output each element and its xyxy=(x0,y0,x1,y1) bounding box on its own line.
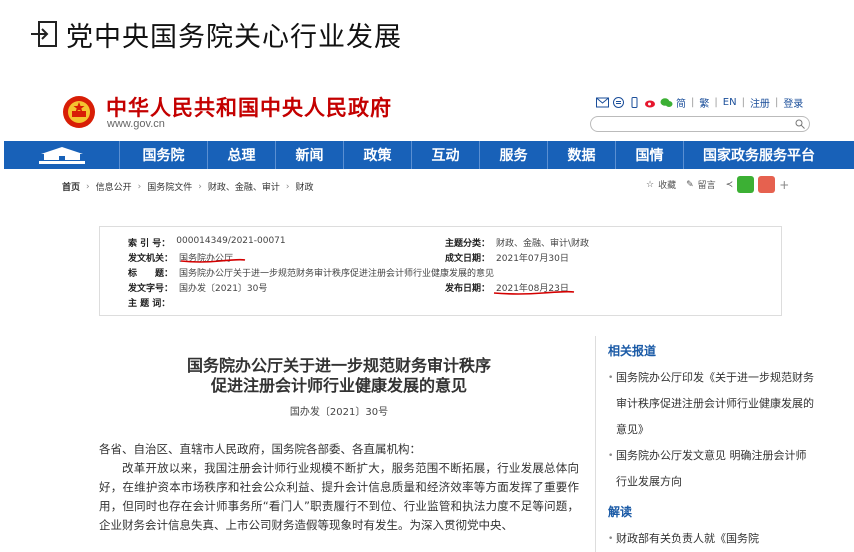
breadcrumb-info-public[interactable]: 信息公开 xyxy=(96,180,132,193)
separator: | xyxy=(774,97,779,108)
search-input[interactable] xyxy=(590,116,810,132)
share-tools: ☆ 收藏 ✎ 留言 ≺ + xyxy=(646,176,789,193)
document-title: 国务院办公厅关于进一步规范财务审计秩序 促进注册会计师行业健康发展的意见 xyxy=(186,356,491,395)
link-english[interactable]: EN xyxy=(723,97,737,108)
plus-icon[interactable]: + xyxy=(779,178,789,192)
nav-item-state-council[interactable]: 国务院 xyxy=(120,141,208,169)
link-simplified[interactable]: 简 xyxy=(676,95,686,110)
document-body: 各省、自治区、直辖市人民政府，国务院各部委、各直属机构： 改革开放以来，我国注册… xyxy=(99,440,579,535)
breadcrumb-fiscal[interactable]: 财政 xyxy=(296,180,314,193)
nav-item-data[interactable]: 数据 xyxy=(548,141,616,169)
share-icon[interactable]: ≺ xyxy=(726,180,734,190)
related-heading[interactable]: 相关报道 xyxy=(608,342,815,359)
link-traditional[interactable]: 繁 xyxy=(699,95,709,110)
pencil-icon[interactable]: ✎ xyxy=(686,180,694,190)
weibo-share-icon[interactable] xyxy=(758,176,776,193)
breadcrumb-home[interactable]: 首页 xyxy=(62,180,80,193)
paragraph: 改革开放以来，我国注册会计师行业规模不断扩大，服务范围不断拓展，行业发展总体向好… xyxy=(99,461,579,532)
chevron-right-icon: › xyxy=(285,181,290,192)
chevron-right-icon: › xyxy=(198,181,202,192)
main-nav: 国务院 总理 新闻 政策 互动 服务 数据 国情 国家政务服务平台 xyxy=(4,141,854,169)
breadcrumb: 首页 › 信息公开 › 国务院文件 › 财政、金融、审计 › 财政 xyxy=(62,180,314,194)
salutation: 各省、自治区、直辖市人民政府，国务院各部委、各直属机构： xyxy=(99,442,421,456)
nav-item-news[interactable]: 新闻 xyxy=(276,141,344,169)
nav-item-interaction[interactable]: 互动 xyxy=(412,141,480,169)
separator: | xyxy=(691,97,695,108)
meta-subject: 主 题 词： xyxy=(128,299,171,309)
link-login[interactable]: 登录 xyxy=(783,95,803,110)
nav-item-national-info[interactable]: 国情 xyxy=(616,141,684,169)
mail-icon[interactable] xyxy=(596,97,609,108)
meta-docno: 发文字号： 国办发〔2021〕30号 xyxy=(128,284,268,294)
related-item[interactable]: 国务院办公厅发文意见 明确注册会计师行业发展方向 xyxy=(608,443,815,495)
search-icon[interactable] xyxy=(795,119,805,129)
weibo-icon[interactable] xyxy=(644,97,657,108)
top-tools: 简 | 繁 | EN | 注册 | 登录 xyxy=(596,95,803,110)
document-number: 国办发〔2021〕30号 xyxy=(289,407,389,418)
separator: | xyxy=(741,97,745,108)
nav-item-gov-service-platform[interactable]: 国家政务服务平台 xyxy=(684,141,834,169)
interpret-item[interactable]: 财政部有关负责人就《国务院 xyxy=(608,526,815,552)
tiananmen-icon xyxy=(38,147,85,164)
wechat-icon[interactable] xyxy=(660,97,673,108)
nav-item-policy[interactable]: 政策 xyxy=(344,141,412,169)
slide-title-text: 党中央国务院关心行业发展 xyxy=(66,21,402,53)
nav-home[interactable] xyxy=(4,141,120,169)
breadcrumb-finance[interactable]: 财政、金融、审计 xyxy=(208,180,280,193)
link-register[interactable]: 注册 xyxy=(750,95,770,110)
chevron-right-icon: › xyxy=(137,181,142,192)
related-item[interactable]: 国务院办公厅印发《关于进一步规范财务审计秩序促进注册会计师行业健康发展的意见》 xyxy=(608,365,815,443)
annotation-underline-published xyxy=(493,290,575,295)
national-emblem-icon xyxy=(63,96,95,128)
separator: | xyxy=(714,97,718,108)
nav-item-premier[interactable]: 总理 xyxy=(208,141,276,169)
document-metadata: 索 引 号： 000014349/2021-00071 发文机关： 国务院办公厅… xyxy=(99,226,782,316)
star-icon[interactable]: ☆ xyxy=(646,180,654,190)
login-enter-icon xyxy=(31,21,57,47)
meta-title: 标 题： 国务院办公厅关于进一步规范财务审计秩序促进注册会计师行业健康发展的意见 xyxy=(128,269,495,279)
slide-title: 党中央国务院关心行业发展 xyxy=(30,14,402,54)
meta-category: 主题分类： 财政、金融、审计\财政 xyxy=(445,239,590,249)
site-url[interactable]: www.gov.cn xyxy=(107,118,165,130)
favorite-link[interactable]: 收藏 xyxy=(658,178,676,191)
chat-icon[interactable] xyxy=(612,97,625,108)
wechat-share-icon[interactable] xyxy=(737,176,755,193)
mobile-icon[interactable] xyxy=(628,97,641,108)
sidebar: 相关报道 国务院办公厅印发《关于进一步规范财务审计秩序促进注册会计师行业健康发展… xyxy=(595,336,815,552)
nav-item-service[interactable]: 服务 xyxy=(480,141,548,169)
meta-index: 索 引 号： 000014349/2021-00071 xyxy=(128,236,286,249)
interpret-heading[interactable]: 解读 xyxy=(608,503,815,520)
breadcrumb-state-docs[interactable]: 国务院文件 xyxy=(147,180,192,193)
comment-link[interactable]: 留言 xyxy=(698,178,716,191)
meta-created: 成文日期： 2021年07月30日 xyxy=(445,254,569,264)
annotation-underline-agency xyxy=(180,258,246,263)
chevron-right-icon: › xyxy=(86,181,90,192)
